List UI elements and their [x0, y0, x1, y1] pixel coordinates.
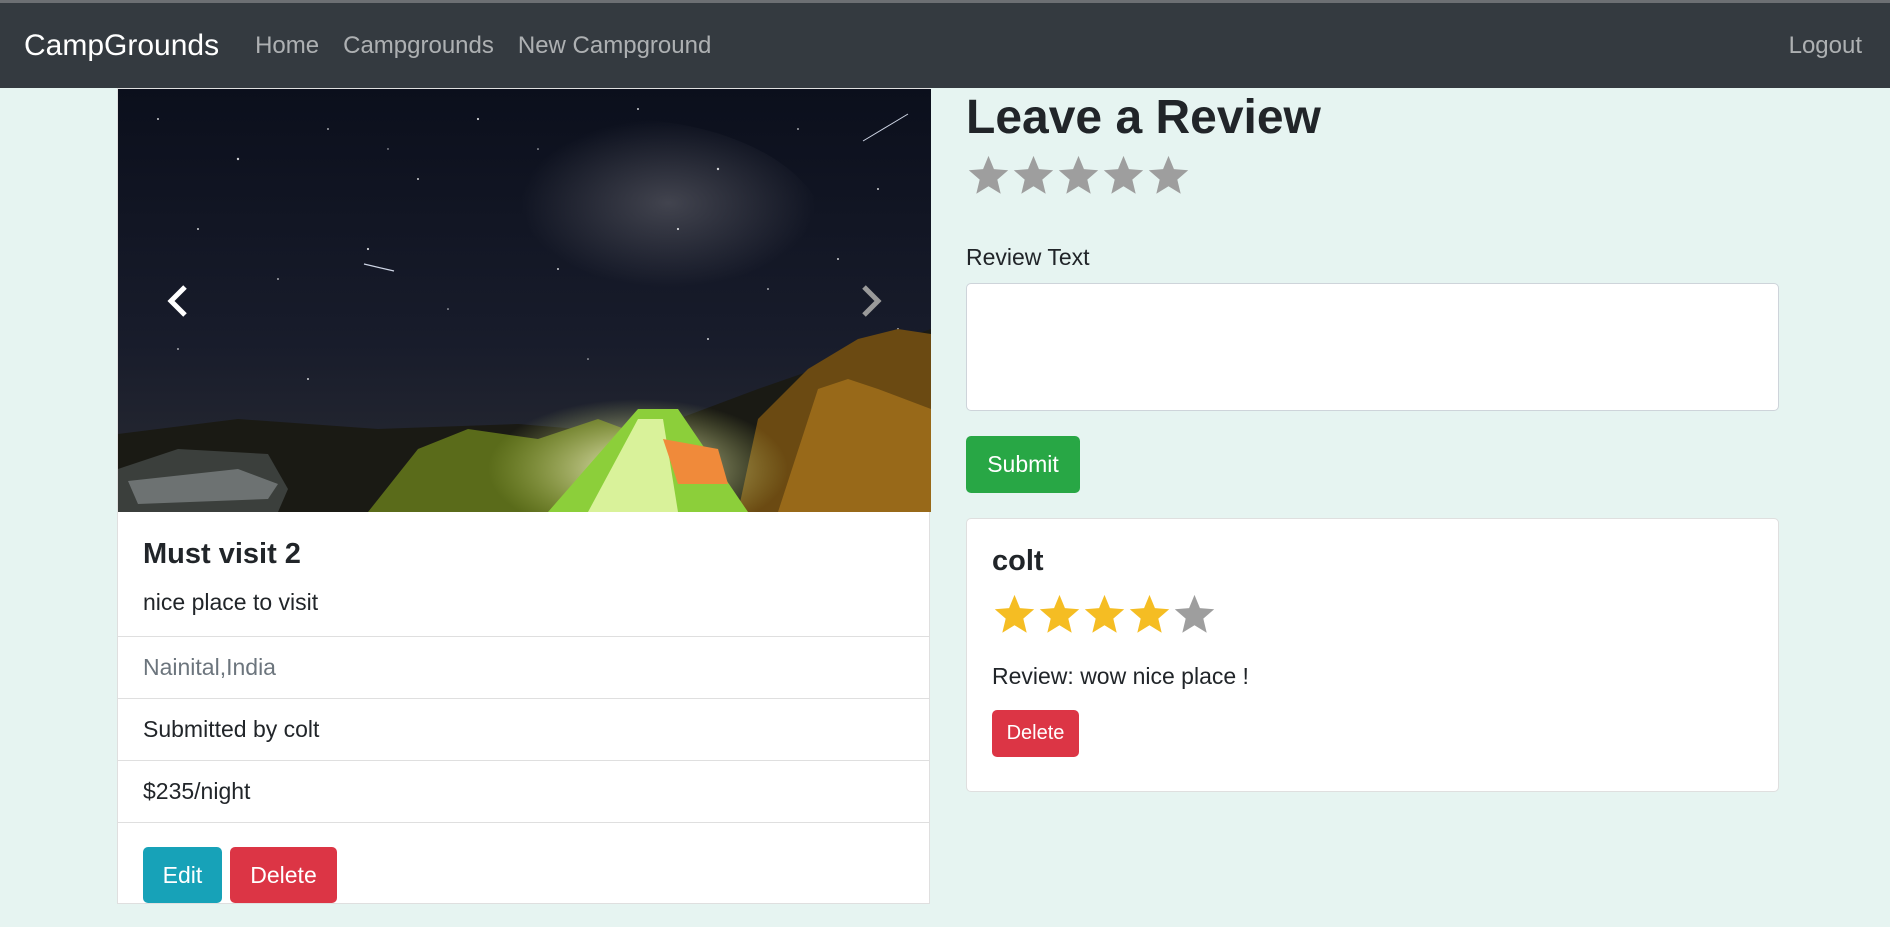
campground-description: nice place to visit — [143, 589, 319, 615]
campground-location: Nainital,India — [118, 636, 929, 698]
review-text-input[interactable] — [966, 282, 1779, 411]
edit-campground-button[interactable]: Edit — [143, 847, 222, 903]
review-column: Leave a Review Review Text Submit colt R… — [966, 88, 1779, 792]
delete-campground-button[interactable]: Delete — [230, 847, 337, 903]
star-icon — [994, 594, 1035, 633]
carousel-prev-button[interactable] — [148, 261, 208, 341]
submit-review-button[interactable]: Submit — [966, 435, 1080, 493]
carousel-next-button[interactable] — [841, 261, 901, 341]
star-icon[interactable] — [1056, 153, 1101, 198]
top-navbar: CampGrounds Home Campgrounds New Campgro… — [0, 0, 1890, 88]
rating-input[interactable] — [966, 153, 1779, 198]
star-icon — [1174, 594, 1215, 633]
star-icon[interactable] — [1146, 153, 1191, 198]
review-text-label: Review Text — [966, 243, 1090, 270]
campground-photo — [118, 89, 931, 512]
nav-link-campgrounds[interactable]: Campgrounds — [343, 32, 494, 60]
review-body: Review: wow nice place ! — [992, 662, 1249, 689]
star-icon[interactable] — [966, 153, 1011, 198]
nav-link-new-campground[interactable]: New Campground — [518, 32, 711, 60]
image-carousel — [118, 89, 931, 512]
brand-link[interactable]: CampGrounds — [24, 29, 219, 63]
review-rating — [992, 592, 1753, 637]
campground-card: Must visit 2 nice place to visit Nainita… — [117, 88, 931, 904]
chevron-left-icon — [167, 284, 187, 317]
star-icon — [1129, 594, 1170, 633]
star-icon[interactable] — [1101, 153, 1146, 198]
campground-title: Must visit 2 — [143, 538, 301, 570]
delete-review-button[interactable]: Delete — [992, 709, 1079, 757]
star-icon — [1084, 594, 1125, 633]
campground-author: Submitted by colt — [118, 698, 929, 760]
review-card: colt Review: wow nice place ! Delete — [966, 517, 1779, 792]
campground-price: $235/night — [118, 760, 929, 822]
nav-link-home[interactable]: Home — [255, 32, 319, 60]
star-icon[interactable] — [1011, 153, 1056, 198]
review-author: colt — [992, 544, 1044, 577]
logout-link[interactable]: Logout — [1789, 32, 1862, 60]
leave-review-heading: Leave a Review — [966, 91, 1321, 144]
campground-actions: Edit Delete — [118, 822, 929, 927]
star-icon — [1039, 594, 1080, 633]
chevron-right-icon — [862, 284, 882, 317]
campground-details: Must visit 2 nice place to visit — [118, 512, 929, 636]
